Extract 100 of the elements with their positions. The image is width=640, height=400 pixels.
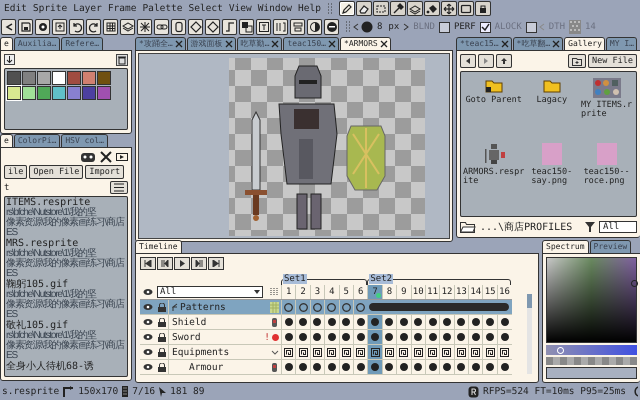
cel-dot[interactable] [500,333,509,341]
layer-name[interactable]: Sword [172,332,201,342]
cel-dot[interactable] [356,318,365,326]
menu-item[interactable]: Palette [142,3,182,14]
link-icon[interactable] [154,19,169,35]
checkbox[interactable] [526,22,537,32]
cel-dot[interactable] [500,318,509,326]
cel-dot[interactable] [414,333,422,341]
new-folder-icon[interactable] [568,54,586,68]
cel-dot[interactable] [371,318,380,326]
cel-dot[interactable] [472,318,480,326]
slider-handle[interactable] [556,347,564,354]
checkbox[interactable] [480,22,491,32]
cel-dot[interactable] [328,363,336,371]
cel-dot[interactable] [299,318,308,326]
group-cel-icon[interactable] [428,348,438,356]
frame-number[interactable]: 10 [410,285,425,299]
controller-icon[interactable] [80,151,96,163]
frame-number[interactable]: 13 [454,285,468,299]
cel-dot[interactable] [371,363,380,371]
export-icon[interactable] [52,19,67,35]
file-name[interactable]: 敬礼105.gif [6,321,126,331]
folder-icon[interactable] [542,78,561,93]
file-label[interactable]: teac150- say.png [531,168,572,186]
new-file-button[interactable]: New File [588,54,637,68]
file-label[interactable]: teac150-- roce.png [584,168,630,186]
color-swatch[interactable] [97,86,111,100]
checkbox[interactable] [438,22,450,32]
cel-dot[interactable] [284,318,293,326]
color-swatch[interactable] [22,86,36,100]
panel-tab[interactable]: Gallery [564,37,605,50]
folder-icon[interactable] [460,221,476,233]
menu-item[interactable]: Window [258,3,292,14]
eye-icon[interactable] [142,348,152,356]
item-sheet-thumbnail[interactable] [592,78,621,98]
film-icon[interactable] [116,152,128,162]
grid-icon[interactable] [103,19,118,35]
lock-icon[interactable] [158,318,166,326]
group-cel-icon[interactable] [414,348,423,356]
group-cel-icon[interactable] [456,348,466,356]
cel-dot[interactable] [486,363,494,371]
cel-dot[interactable] [428,333,437,341]
next-frame-icon[interactable] [191,257,207,270]
frame-number[interactable]: 2 [295,285,310,299]
file-label[interactable]: Goto Parent [466,96,522,105]
back-icon[interactable] [1,19,16,35]
cel-dot[interactable] [371,333,380,341]
marquee-tool-button[interactable] [372,1,389,16]
color-swatch[interactable] [82,71,96,85]
copy-icon[interactable] [239,19,254,35]
layer-name[interactable]: Equipments [172,346,230,358]
frame-number[interactable]: 5 [338,285,353,299]
cel-dot[interactable] [385,333,394,341]
filter-field[interactable]: All [599,221,637,233]
color-swatch[interactable] [67,86,81,100]
cel-dot[interactable] [356,363,365,371]
eye-icon[interactable] [142,363,152,371]
rectangle-tool-button[interactable] [458,1,474,16]
image-thumbnail-placeholder[interactable] [596,143,617,165]
color-spectrum[interactable] [546,257,637,343]
move-tool-button[interactable] [440,1,457,16]
scroll-thumb[interactable] [527,294,532,308]
document-tab[interactable]: *ARMORS [340,37,391,50]
cel-dot[interactable] [299,363,308,371]
frame-number[interactable]: 15 [482,285,497,299]
color-swatch[interactable] [52,71,66,85]
lock-icon[interactable] [158,332,166,342]
menu-item[interactable]: Layer [73,3,102,14]
cel-dot[interactable] [472,363,480,371]
menu-item[interactable]: Frame [108,3,136,14]
cel-dot[interactable] [414,318,422,326]
panel-tab[interactable]: e [0,37,13,50]
color-swatch[interactable] [37,71,51,85]
list-view-icon[interactable] [110,181,128,194]
frame-number[interactable]: 7 [367,285,382,299]
file-name[interactable]: 鞠躬105.gif [6,280,126,290]
cel-dot[interactable] [457,333,466,341]
cel-dot[interactable] [313,333,322,341]
eraser-tool-button[interactable] [356,1,372,16]
cel-dot[interactable] [486,333,494,341]
halftone-icon[interactable] [307,19,322,35]
color-swatch[interactable] [82,86,96,100]
document-tab[interactable]: *攻踊全… [135,37,186,50]
menu-item[interactable]: View [228,3,252,14]
panel-tab[interactable]: e [0,134,13,147]
cel-dot[interactable] [428,363,437,371]
group-cel-icon[interactable] [342,348,351,356]
pencil-tool-button[interactable] [338,1,355,16]
trash-icon[interactable] [116,54,128,66]
expand-chevron-icon[interactable] [271,350,279,354]
picker-handle[interactable] [631,280,638,287]
last-frame-icon[interactable] [208,257,224,270]
parent-folder-icon[interactable] [484,78,503,93]
cel-dot[interactable] [385,318,394,326]
undo-icon[interactable] [69,19,84,35]
frame-number[interactable]: 9 [396,285,411,299]
menu-item[interactable]: Edit [4,3,27,14]
layer-name[interactable]: Patterns [180,302,226,312]
color-swatch[interactable] [97,71,111,85]
cel-dot[interactable] [442,318,451,326]
